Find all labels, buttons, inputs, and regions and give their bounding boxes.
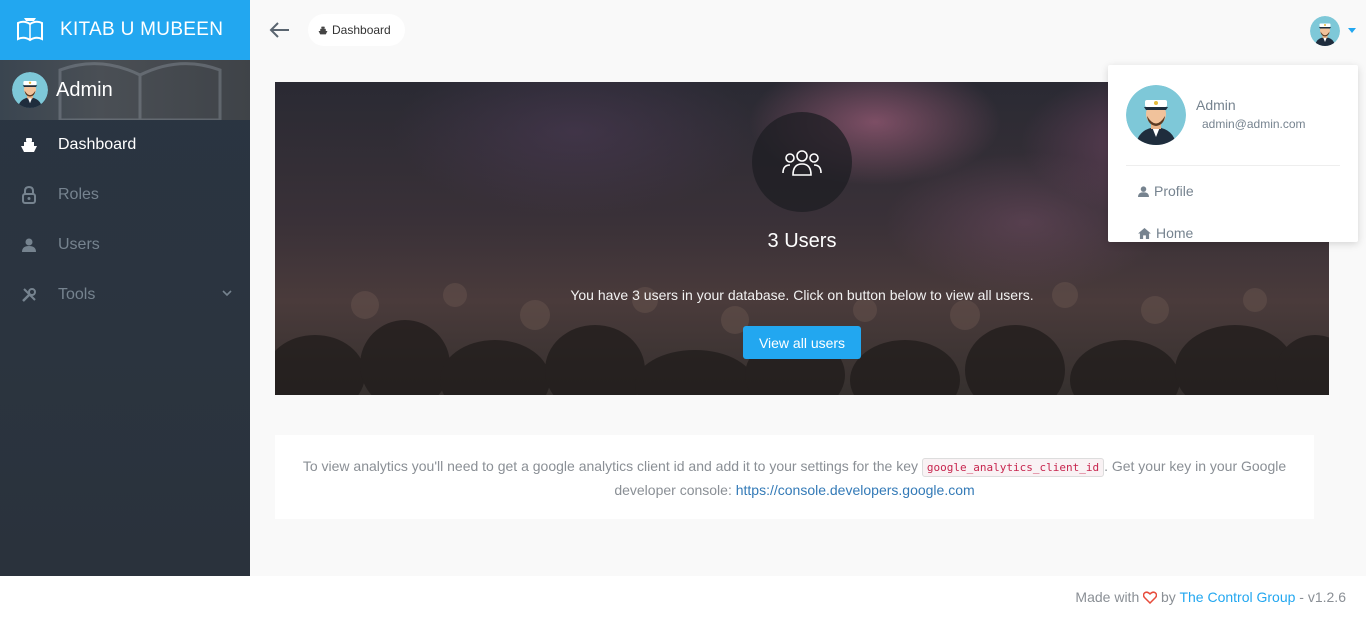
sidebar-item-label: Roles [58,186,99,203]
sidebar-item-label: Dashboard [58,136,137,153]
sidebar-item-dashboard[interactable]: Dashboard [0,120,250,170]
menu-item-label: Profile [1154,183,1194,199]
person-icon [1138,185,1149,197]
analytics-key: google_analytics_client_id [921,458,1105,477]
user-dropdown-menu: Admin admin@admin.com Profile Home [1108,65,1358,242]
sidebar-item-users[interactable]: Users [0,220,250,270]
user-menu-email: admin@admin.com [1202,117,1306,131]
google-console-link[interactable]: https://console.developers.google.com [736,482,975,498]
sidebar-user-name: Admin [56,78,113,101]
book-logo-icon [17,18,43,42]
avatar [1126,85,1186,145]
menu-item-home[interactable]: Home [1138,225,1193,241]
boat-icon [20,136,38,154]
heart-icon [1143,591,1158,604]
footer-version: - v1.2.6 [1299,589,1346,605]
sidebar-item-roles[interactable]: Roles [0,170,250,220]
sidebar-user-panel[interactable]: Admin [0,60,250,120]
analytics-notice: To view analytics you'll need to get a g… [275,435,1314,519]
chevron-down-icon [222,290,232,297]
analytics-text-before: To view analytics you'll need to get a g… [302,458,922,474]
back-arrow-icon[interactable] [268,18,292,42]
sidebar-item-label: Tools [58,286,96,303]
avatar [12,72,48,108]
footer: Made with by The Control Group - v1.2.6 [0,576,1366,618]
footer-credit: Made with by The Control Group - v1.2.6 [1075,589,1346,605]
sidebar-nav: Dashboard Roles Users Tools [0,120,250,320]
users-count-message: You have 3 users in your database. Click… [570,287,1034,303]
user-menu-name: Admin [1196,97,1236,113]
footer-made-with: Made with [1075,589,1140,605]
menu-item-label: Home [1156,225,1194,241]
person-icon [20,236,38,254]
lock-icon [20,186,38,204]
user-avatar-button[interactable] [1310,16,1340,46]
company-link[interactable]: The Control Group [1179,589,1295,605]
app-title: KITAB U MUBEEN [60,19,224,40]
boat-icon [318,26,328,34]
users-circle [752,112,852,212]
brand-header[interactable]: KITAB U MUBEEN [0,0,250,60]
menu-item-profile[interactable]: Profile [1138,183,1194,199]
sidebar: KITAB U MUBEEN Admin Dashboard Roles Use… [0,0,250,576]
breadcrumb[interactable]: Dashboard [308,14,405,46]
home-icon [1138,227,1151,239]
caret-down-icon[interactable] [1348,28,1356,33]
topbar: Dashboard [250,0,1366,60]
breadcrumb-label: Dashboard [332,23,391,37]
users-group-icon [782,150,822,176]
view-all-users-button[interactable]: View all users [743,326,861,359]
tools-icon [20,286,38,304]
footer-by: by [1161,589,1176,605]
sidebar-item-tools[interactable]: Tools [0,270,250,320]
sidebar-item-label: Users [58,236,100,253]
divider [1126,165,1340,166]
